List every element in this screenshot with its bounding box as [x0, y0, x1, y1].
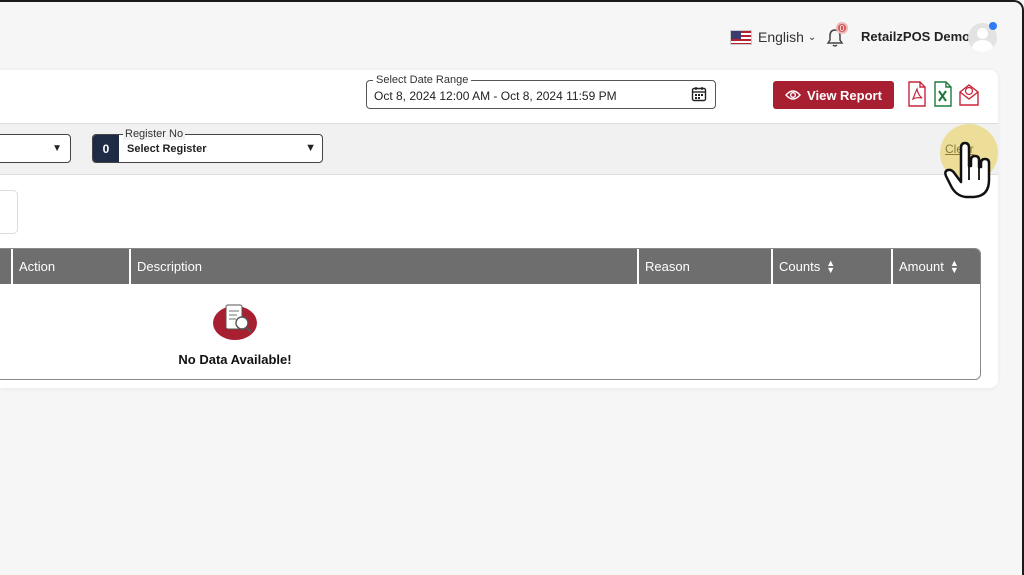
us-flag-icon	[730, 29, 752, 45]
empty-state: No Data Available!	[175, 301, 295, 367]
column-header-amount[interactable]: Amount ▲ ▼	[891, 249, 980, 284]
left-filter-select[interactable]: ▼	[0, 134, 71, 163]
date-range-value: Oct 8, 2024 12:00 AM - Oct 8, 2024 11:59…	[374, 89, 617, 103]
column-header-counts[interactable]: Counts ▲ ▼	[771, 249, 891, 284]
chevron-down-icon: ⌄	[807, 31, 817, 43]
no-data-message: No Data Available!	[178, 352, 292, 367]
table-header: Action Description Reason Counts ▲ ▼ Amou…	[0, 249, 980, 284]
hand-cursor-icon	[944, 141, 991, 199]
data-table: Action Description Reason Counts ▲ ▼ Amou…	[0, 248, 981, 380]
export-icons	[906, 81, 980, 107]
column-header-action: Action	[11, 249, 129, 284]
caret-down-icon: ▼	[305, 142, 316, 154]
report-card: Select Date Range Oct 8, 2024 12:00 AM -…	[0, 70, 998, 388]
language-selector[interactable]: English ⌄	[730, 27, 816, 47]
register-label: Register No	[123, 128, 186, 140]
column-header-description: Description	[129, 249, 637, 284]
sort-icon: ▲ ▼	[949, 257, 959, 275]
search-box[interactable]	[0, 190, 18, 234]
date-range-label: Select Date Range	[373, 74, 472, 86]
sort-icon: ▲ ▼	[826, 257, 836, 275]
column-header-reason: Reason	[637, 249, 771, 284]
register-value: Select Register	[127, 143, 207, 155]
register-select[interactable]: 0 Register No Select Register ▼	[92, 128, 323, 163]
notification-badge: 0	[836, 22, 848, 34]
view-report-label: View Report	[807, 87, 882, 103]
caret-down-icon: ▼	[52, 143, 62, 154]
date-range-picker[interactable]: Select Date Range Oct 8, 2024 12:00 AM -…	[366, 74, 716, 109]
eye-icon	[785, 90, 801, 100]
notification-bell[interactable]: 0	[826, 22, 848, 48]
online-status-dot	[989, 22, 997, 30]
language-label: English	[758, 29, 804, 45]
top-bar: English ⌄ 0 RetailzPOS Demo	[0, 0, 1024, 70]
filter-bar: ▼ 0 Register No Select Register ▼ Clear	[0, 123, 998, 182]
no-data-icon	[213, 304, 257, 340]
register-count-badge: 0	[93, 135, 119, 162]
user-name[interactable]: RetailzPOS Demo	[861, 29, 970, 44]
calendar-icon[interactable]	[691, 86, 707, 102]
excel-export-icon[interactable]	[932, 81, 954, 107]
pdf-export-icon[interactable]	[906, 81, 928, 107]
email-export-icon[interactable]	[958, 81, 980, 107]
view-report-button[interactable]: View Report	[773, 81, 894, 109]
